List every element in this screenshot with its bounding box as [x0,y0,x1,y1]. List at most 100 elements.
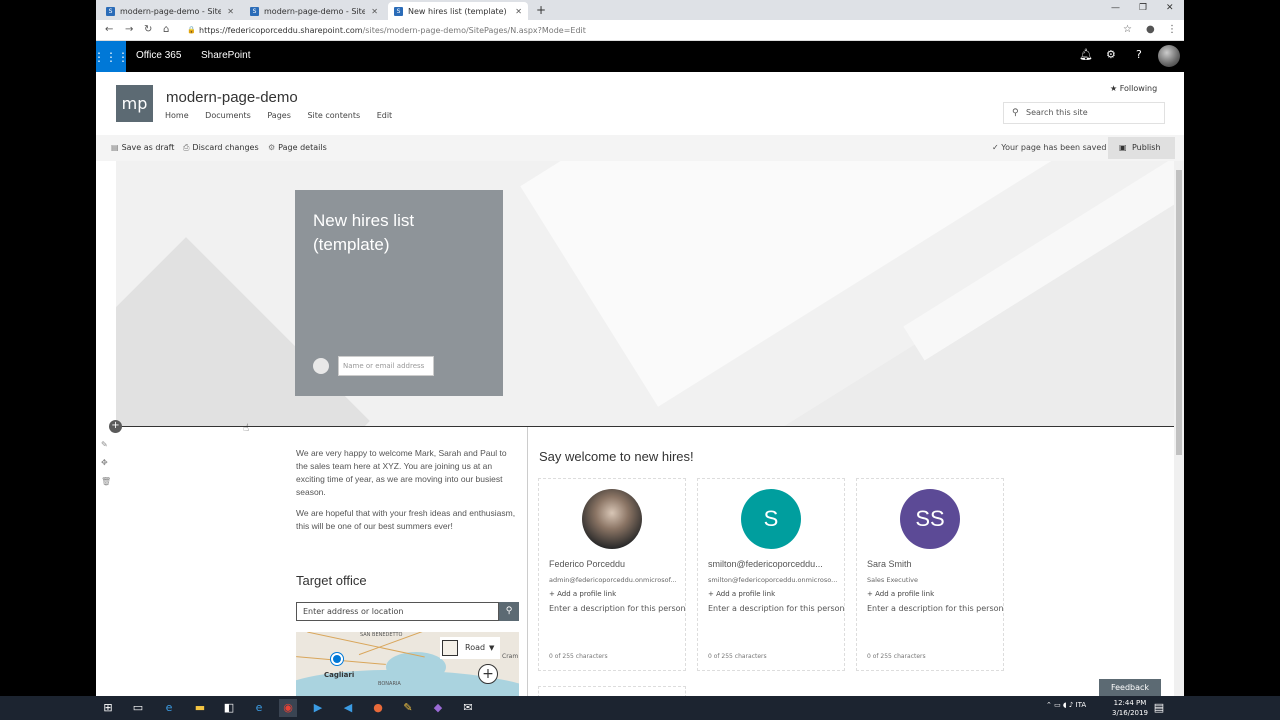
section-divider [116,426,1174,427]
nav-site-contents[interactable]: Site contents [307,111,360,120]
delete-section-icon[interactable]: 🗑︎ [101,477,111,486]
road-map-icon [442,640,458,656]
map-style-select[interactable]: Road ▼ [440,637,500,659]
person-photo [582,489,642,549]
vscode-icon[interactable]: ◀ [339,699,357,717]
edit-section-icon[interactable]: ✎ [101,440,108,449]
chrome-icon[interactable]: ◉ [279,699,297,717]
reload-icon[interactable]: ↻ [144,24,152,35]
tab-title: New hires list (template) [408,6,507,16]
maximize-icon[interactable]: ❐ [1139,3,1147,13]
site-title[interactable]: modern-page-demo [166,89,298,106]
browser-tab[interactable]: S modern-page-demo - Site Pages ✕ [244,2,384,20]
search-icon: ⚲ [1012,108,1019,118]
person-description[interactable]: Enter a description for this person [549,604,686,613]
forward-icon[interactable]: → [125,24,133,35]
welcome-paragraph: We are very happy to welcome Mark, Sarah… [296,448,507,497]
feedback-button[interactable]: Feedback [1099,679,1161,696]
ie-icon[interactable]: e [250,699,268,717]
zoom-in-button[interactable]: + [478,664,498,684]
page-title-line1: New hires list [313,211,415,230]
discard-label: Discard changes [192,143,259,152]
back-icon[interactable]: ← [105,24,113,35]
task-view-icon[interactable]: ▭ [129,699,147,717]
nav-pages[interactable]: Pages [267,111,291,120]
close-icon[interactable]: ✕ [365,7,384,16]
sharepoint-link[interactable]: SharePoint [201,50,250,61]
map-pin-icon[interactable] [331,653,343,665]
star-icon[interactable]: ☆ [1123,24,1132,35]
new-tab-icon[interactable]: + [536,3,546,17]
discard-button[interactable]: ⎙ Discard changes [183,143,259,153]
page-title[interactable]: New hires list (template) [313,209,473,257]
help-icon[interactable]: ? [1136,48,1142,61]
add-section-icon[interactable]: + [109,420,122,433]
system-tray[interactable]: ⌃ ▭ ◖ ♪ ITA [1046,701,1086,709]
store-icon[interactable]: ◧ [220,699,238,717]
taskbar: ⊞ ▭ e ▬ ◧ e ◉ ▶ ◀ ● ✎ ◆ ✉ ⌃ ▭ ◖ ♪ ITA 12… [0,696,1280,720]
app-launcher-icon[interactable]: ⋮⋮⋮ [96,41,129,72]
profile-icon[interactable]: ● [1146,24,1155,35]
close-icon[interactable]: ✕ [509,7,528,16]
char-counter: 0 of 255 characters [549,653,608,660]
notes-icon[interactable]: ✎ [399,699,417,717]
clock-time: 12:44 PM [1113,699,1147,707]
visual-studio-icon[interactable]: ◆ [429,699,447,717]
welcome-paragraph: We are hopeful that with your fresh idea… [296,508,516,531]
site-logo[interactable]: mp [116,85,153,122]
person-title: Sales Executive [867,576,919,584]
powershell-icon[interactable]: ▶ [309,699,327,717]
follow-button[interactable]: ★ Following [1110,84,1157,93]
app-icon[interactable]: ● [369,699,387,717]
scrollbar-thumb[interactable] [1176,170,1182,455]
people-title[interactable]: Say welcome to new hires! [539,449,694,464]
nav-home[interactable]: Home [165,111,189,120]
clock-date: 3/16/2019 [1112,709,1148,717]
minimize-icon[interactable]: — [1111,3,1120,13]
add-profile-link[interactable]: + Add a profile link [708,590,775,598]
browser-window: S modern-page-demo - Site Pages ✕ S mode… [96,0,1184,696]
nav-documents[interactable]: Documents [205,111,251,120]
bell-icon[interactable]: 🔔︎ [1079,48,1093,61]
save-draft-button[interactable]: ▤ Save as draft [111,143,174,152]
add-profile-link[interactable]: + Add a profile link [549,590,616,598]
windows-start-icon[interactable]: ⊞ [99,699,117,717]
window-close-icon[interactable]: ✕ [1166,3,1174,13]
clock[interactable]: 12:44 PM 3/16/2019 [1112,698,1148,718]
browser-tab[interactable]: S modern-page-demo - Site Pages ✕ [100,2,240,20]
mail-icon[interactable]: ✉ [459,699,477,717]
search-icon[interactable]: ⚲ [499,602,519,621]
avatar[interactable] [1158,45,1180,67]
person-card[interactable]: Federico Porceddu admin@federicoporceddu… [538,478,686,671]
plus-icon: + [867,590,873,598]
browser-tab-active[interactable]: S New hires list (template) ✕ [388,2,528,20]
person-email: admin@federicoporceddu.onmicrosof... [549,576,677,584]
person-card[interactable]: SS Sara Smith Sales Executive + Add a pr… [856,478,1004,671]
gear-icon[interactable]: ⚙ [1106,48,1116,61]
move-section-icon[interactable]: ✥ [101,458,108,467]
person-card[interactable] [538,686,686,696]
welcome-text[interactable]: We are very happy to welcome Mark, Sarah… [296,447,518,541]
close-icon[interactable]: ✕ [221,7,240,16]
hand-cursor-icon: ☝ [243,423,250,434]
person-card[interactable]: S smilton@federicoporceddu... smilton@fe… [697,478,845,671]
author-input[interactable]: Name or email address [338,356,434,376]
search-input[interactable]: ⚲ Search this site [1003,102,1165,124]
nav-edit[interactable]: Edit [377,111,393,120]
page-details-button[interactable]: ⚙ Page details [268,143,327,152]
menu-icon[interactable]: ⋮ [1167,24,1177,35]
page-details-label: Page details [278,143,327,152]
person-description[interactable]: Enter a description for this person [867,604,1004,613]
address-input[interactable]: Enter address or location [296,602,499,621]
home-icon[interactable]: ⌂ [163,24,169,35]
url-field[interactable]: 🔒 https://federicoporceddu.sharepoint.com… [185,23,1115,38]
person-description[interactable]: Enter a description for this person [708,604,845,613]
publish-button[interactable]: ▣ Publish [1108,137,1175,159]
add-profile-link[interactable]: + Add a profile link [867,590,934,598]
file-explorer-icon[interactable]: ▬ [191,699,209,717]
notification-icon[interactable]: ▤ [1150,699,1168,717]
map-label: SAN BENEDETTO [360,632,403,638]
edge-icon[interactable]: e [160,699,178,717]
office365-link[interactable]: Office 365 [136,50,181,61]
publish-label: Publish [1132,143,1161,152]
